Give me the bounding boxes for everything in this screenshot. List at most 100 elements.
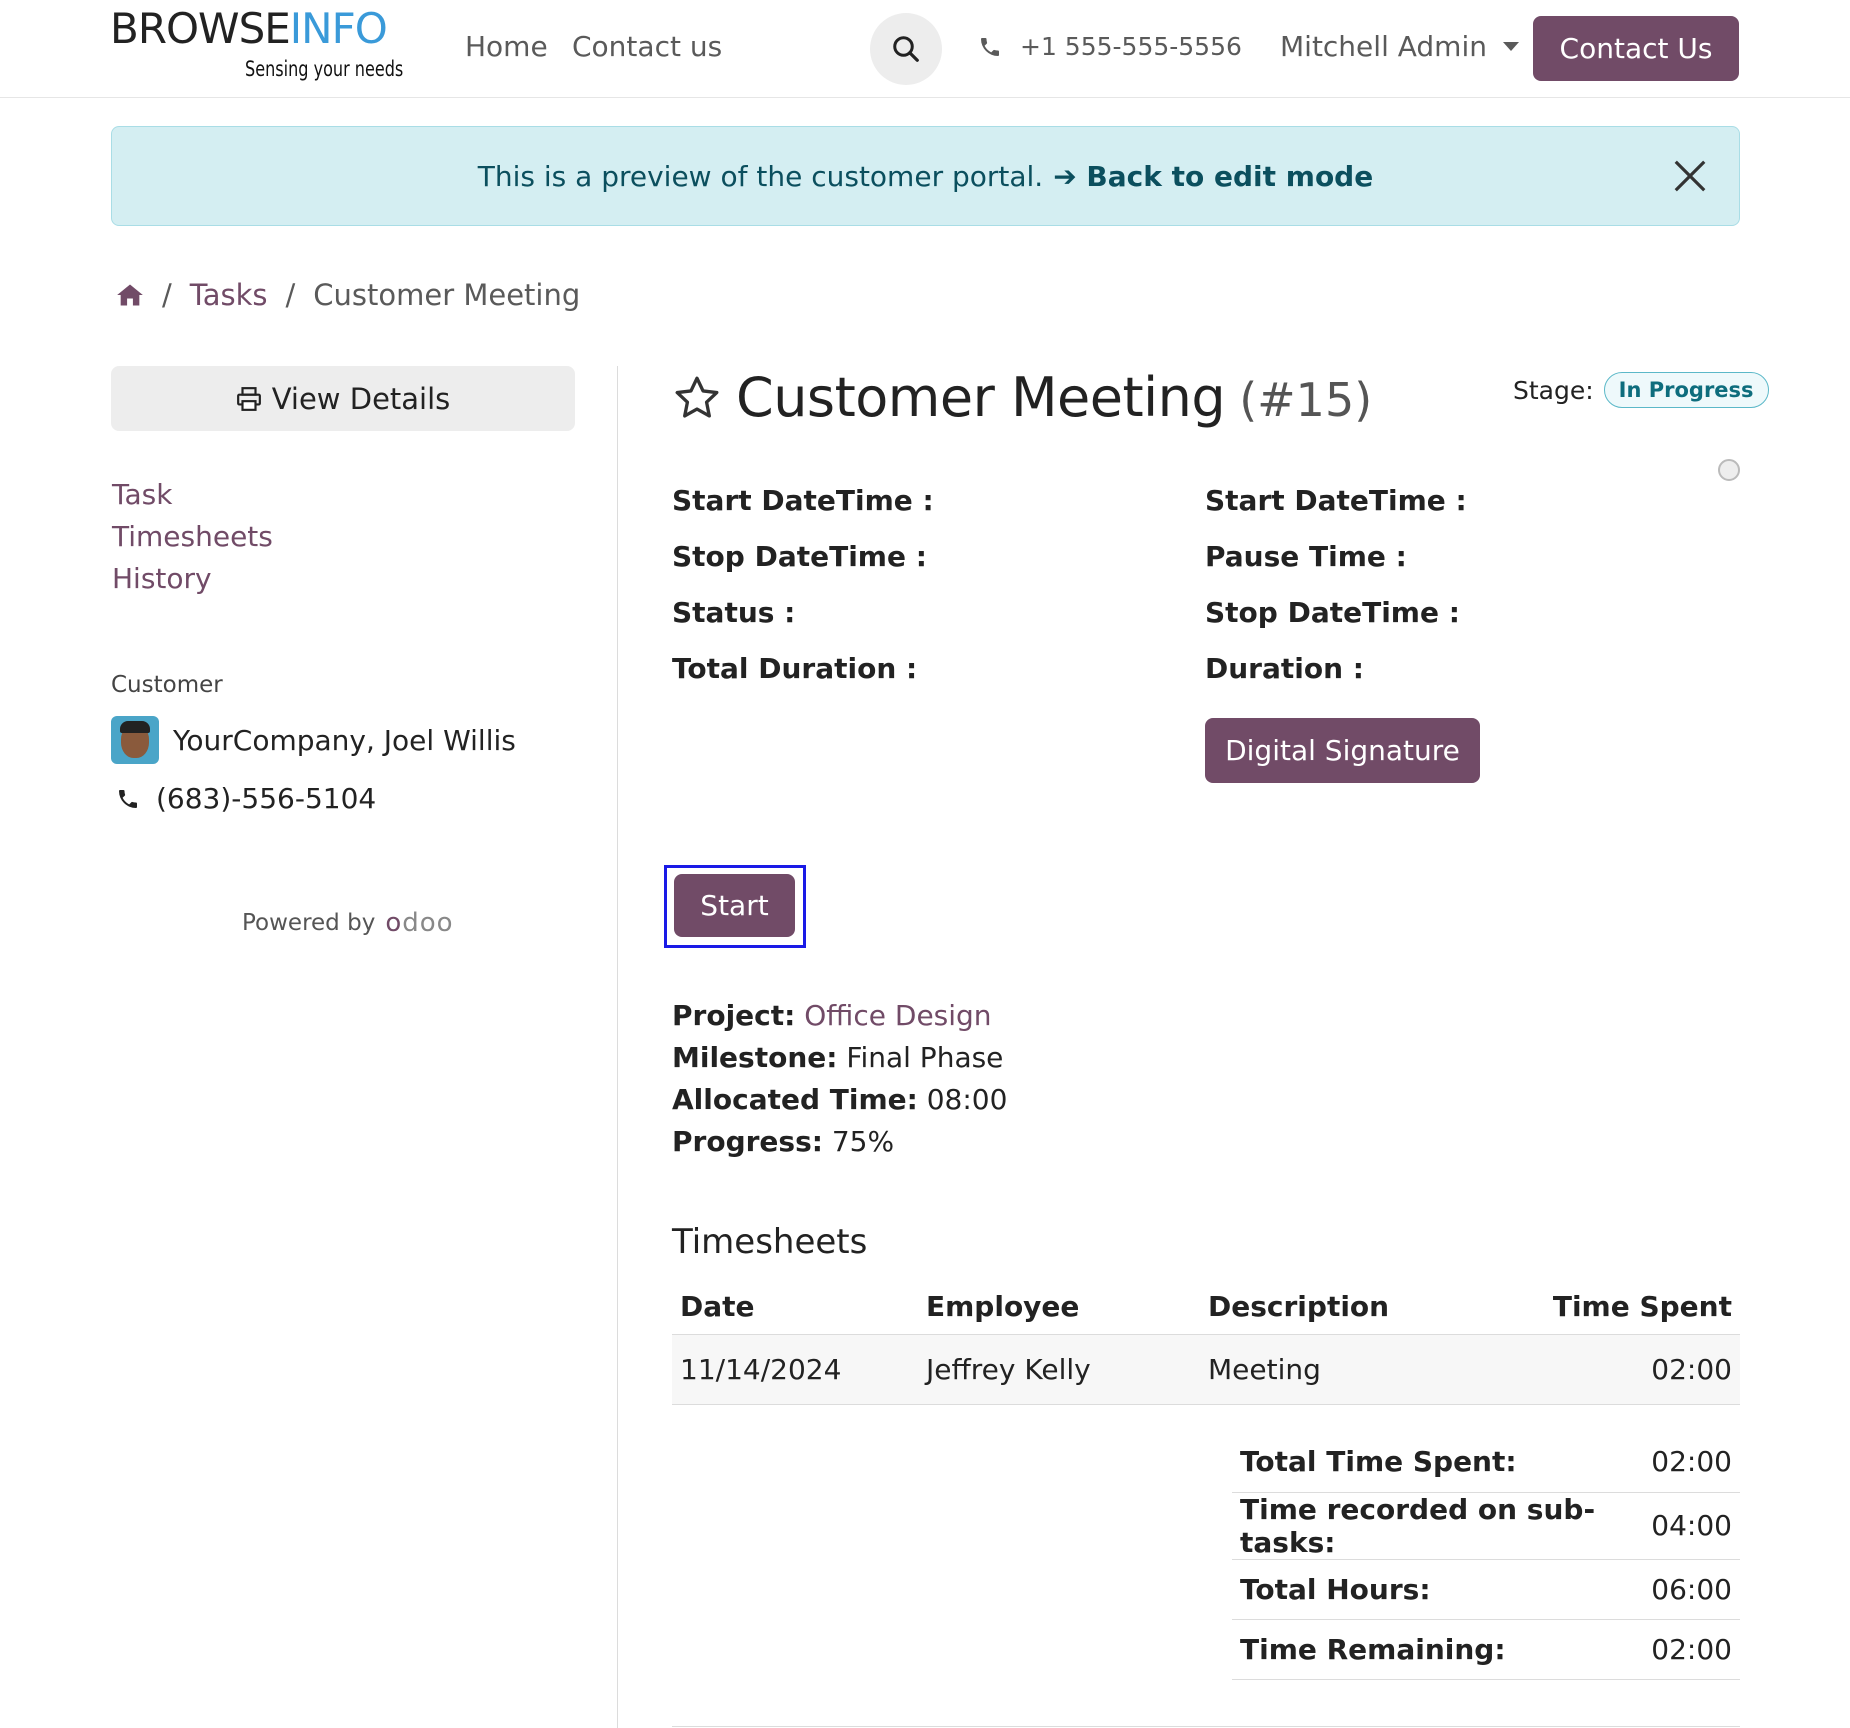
milestone-label: Milestone: <box>672 1041 838 1074</box>
project-line: Project: Office Design <box>672 995 1007 1037</box>
sidebar-link-timesheets[interactable]: Timesheets <box>112 516 273 558</box>
total-label: Total Time Spent: <box>1232 1432 1644 1493</box>
back-to-edit-link[interactable]: ➔ Back to edit mode <box>1053 160 1373 193</box>
nav-home-link[interactable]: Home <box>465 30 548 63</box>
col-time-spent: Time Spent <box>1471 1280 1740 1335</box>
odoo-logo[interactable]: odoo <box>385 908 453 938</box>
task-stage: Stage: In Progress <box>1513 372 1769 408</box>
progress-value: 75% <box>831 1125 895 1158</box>
field-stop-datetime: Stop DateTime : <box>672 540 927 573</box>
cell-date: 11/14/2024 <box>672 1334 918 1405</box>
field-start-datetime: Start DateTime : <box>672 484 934 517</box>
digital-signature-button[interactable]: Digital Signature <box>1205 718 1480 783</box>
browseinfo-logo[interactable]: BROWSEINFO Sensing your needs <box>110 8 410 88</box>
milestone-line: Milestone: Final Phase <box>672 1037 1007 1079</box>
header-phone[interactable]: +1 555-555-5556 <box>978 32 1242 61</box>
printer-icon <box>236 386 261 411</box>
header-phone-number: +1 555-555-5556 <box>1020 32 1242 61</box>
milestone-value: Final Phase <box>846 1041 1004 1074</box>
view-details-button[interactable]: View Details <box>111 366 575 431</box>
task-title: Customer Meeting (#15) <box>672 366 1372 429</box>
portal-preview-alert: This is a preview of the customer portal… <box>111 126 1740 226</box>
breadcrumb: / Tasks / Customer Meeting <box>116 278 580 312</box>
allocated-line: Allocated Time: 08:00 <box>672 1079 1007 1121</box>
field-duration: Duration : <box>1205 652 1364 685</box>
breadcrumb-separator: / <box>162 278 172 312</box>
nav-contact-link[interactable]: Contact us <box>572 30 722 63</box>
total-value: 04:00 <box>1643 1492 1740 1560</box>
search-icon <box>893 36 919 62</box>
task-name: Customer Meeting <box>736 366 1226 429</box>
logo-tagline: Sensing your needs <box>245 57 404 81</box>
breadcrumb-current: Customer Meeting <box>313 278 581 312</box>
total-value: 02:00 <box>1643 1619 1740 1680</box>
total-label: Time Remaining: <box>1232 1619 1644 1680</box>
field-status: Status : <box>672 596 796 629</box>
user-menu-dropdown[interactable]: Mitchell Admin <box>1280 30 1519 63</box>
odoo-logo-doo: doo <box>402 908 454 938</box>
progress-line: Progress: 75% <box>672 1121 1007 1163</box>
close-icon[interactable] <box>1671 157 1709 195</box>
total-value: 02:00 <box>1643 1432 1740 1493</box>
status-indicator[interactable] <box>1718 459 1740 481</box>
powered-by-text: Powered by <box>242 910 376 936</box>
progress-label: Progress: <box>672 1125 823 1158</box>
star-icon[interactable] <box>672 373 722 423</box>
breadcrumb-separator: / <box>285 278 296 312</box>
field-total-duration: Total Duration : <box>672 652 918 685</box>
field-pause-time: Pause Time : <box>1205 540 1407 573</box>
customer-name: YourCompany, Joel Willis <box>173 723 516 757</box>
breadcrumb-tasks-link[interactable]: Tasks <box>190 278 268 312</box>
start-button[interactable]: Start <box>674 874 795 937</box>
sidebar-link-history[interactable]: History <box>112 558 273 600</box>
timesheet-totals: Total Time Spent: 02:00 Time recorded on … <box>1232 1432 1740 1680</box>
phone-icon <box>981 37 999 56</box>
timesheets-title: Timesheets <box>672 1222 868 1262</box>
total-label: Time recorded on sub-tasks: <box>1232 1492 1644 1560</box>
powered-by: Powered by odoo <box>242 908 454 938</box>
allocated-value: 08:00 <box>926 1083 1008 1116</box>
home-icon[interactable] <box>116 282 144 308</box>
total-label: Total Hours: <box>1232 1559 1644 1620</box>
task-info: Project: Office Design Milestone: Final … <box>672 995 1007 1163</box>
cell-description: Meeting <box>1200 1334 1472 1405</box>
odoo-logo-o: o <box>385 908 403 938</box>
total-row: Time recorded on sub-tasks: 04:00 <box>1232 1492 1740 1560</box>
logo-text-info: INFO <box>289 4 388 53</box>
customer-phone: (683)-556-5104 <box>116 782 376 815</box>
view-details-label: View Details <box>271 381 451 416</box>
contact-us-button[interactable]: Contact Us <box>1533 16 1739 81</box>
field-start-datetime-right: Start DateTime : <box>1205 484 1467 517</box>
table-row: 11/14/2024 Jeffrey Kelly Meeting 02:00 <box>672 1334 1740 1405</box>
sidebar-nav: Task Timesheets History <box>112 474 273 600</box>
section-divider <box>672 1726 1740 1727</box>
col-employee: Employee <box>918 1280 1200 1335</box>
total-row: Time Remaining: 02:00 <box>1232 1619 1740 1680</box>
task-number: (#15) <box>1239 373 1373 427</box>
allocated-label: Allocated Time: <box>672 1083 918 1116</box>
alert-text: This is a preview of the customer portal… <box>477 159 1044 193</box>
col-description: Description <box>1200 1280 1472 1335</box>
logo-text-browse: BROWSE <box>110 4 291 53</box>
field-stop-datetime-right: Stop DateTime : <box>1205 596 1460 629</box>
table-header-row: Date Employee Description Time Spent <box>672 1280 1740 1335</box>
status-badge: In Progress <box>1603 372 1769 408</box>
project-label: Project: <box>672 999 796 1032</box>
total-row: Total Time Spent: 02:00 <box>1232 1432 1740 1493</box>
stage-label: Stage: <box>1513 375 1594 405</box>
column-divider <box>617 366 618 1728</box>
project-link[interactable]: Office Design <box>804 999 991 1032</box>
total-value: 06:00 <box>1643 1559 1740 1620</box>
top-navbar: BROWSEINFO Sensing your needs Home Conta… <box>0 0 1850 98</box>
user-name: Mitchell Admin <box>1280 30 1487 63</box>
customer-phone-number: (683)-556-5104 <box>156 782 377 815</box>
cell-time-spent: 02:00 <box>1471 1334 1740 1405</box>
sidebar-link-task[interactable]: Task <box>112 474 273 516</box>
chevron-down-icon <box>1502 42 1519 51</box>
cell-employee: Jeffrey Kelly <box>918 1334 1200 1405</box>
total-row: Total Hours: 06:00 <box>1232 1559 1740 1620</box>
search-button[interactable] <box>870 13 942 85</box>
customer-label: Customer <box>111 672 223 698</box>
timesheets-table: Date Employee Description Time Spent 11/… <box>672 1280 1740 1405</box>
col-date: Date <box>672 1280 918 1335</box>
